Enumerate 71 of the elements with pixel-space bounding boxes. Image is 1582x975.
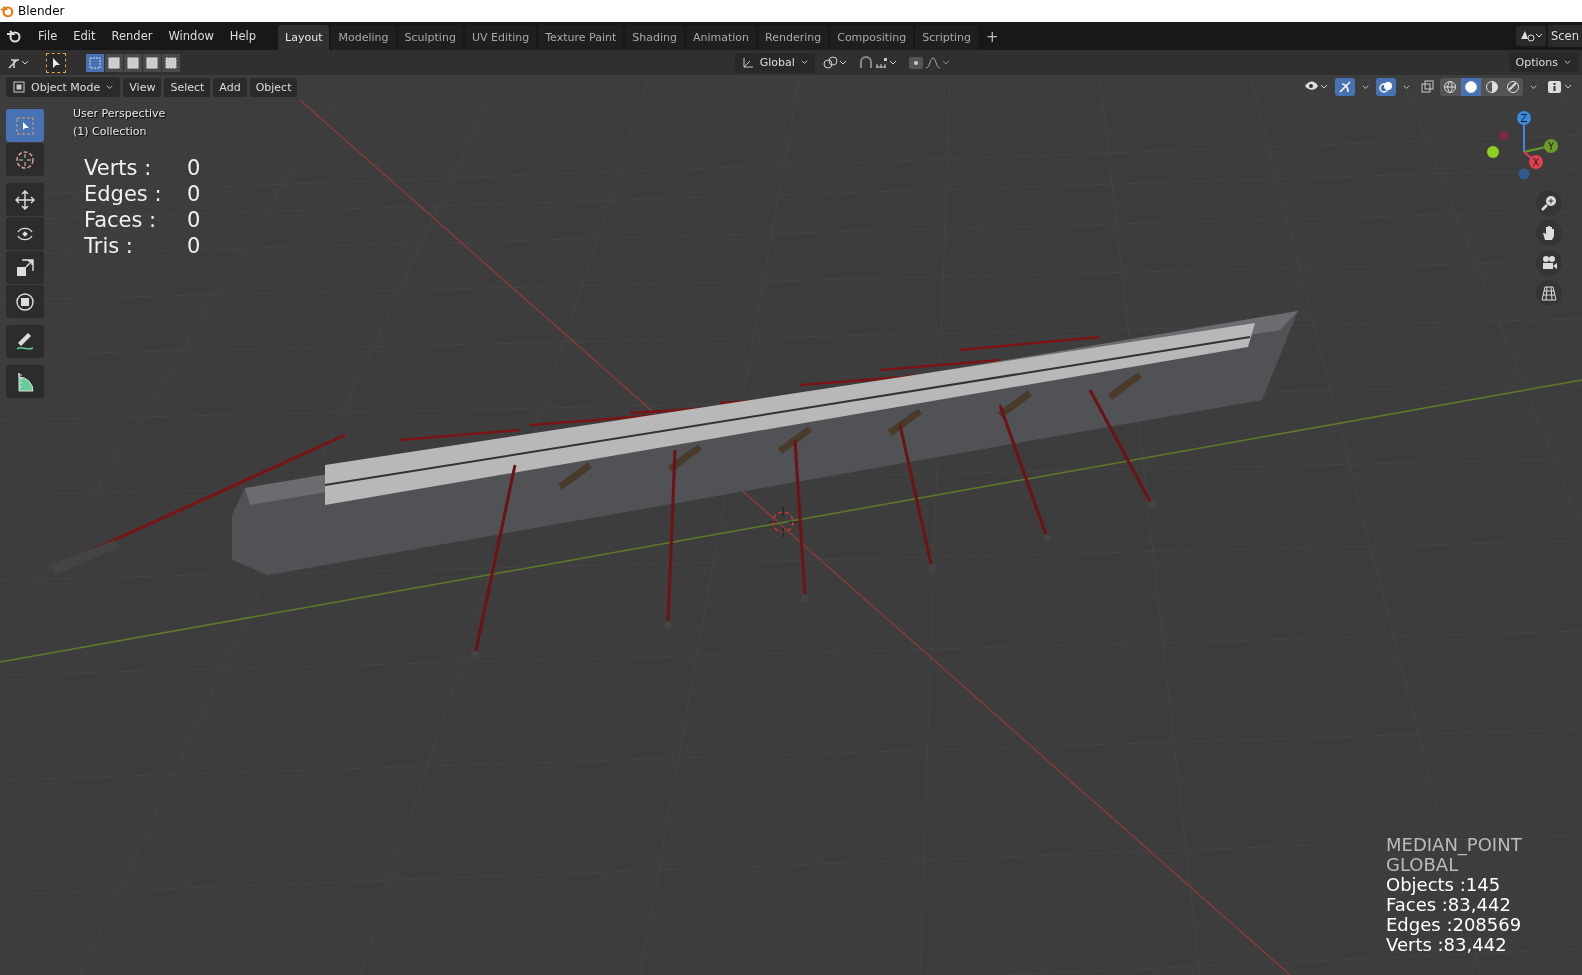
workspace-tab[interactable]: UV Editing xyxy=(464,25,537,50)
orientation-dropdown[interactable]: Global xyxy=(734,52,815,73)
move-tool-icon[interactable] xyxy=(6,183,44,216)
chevron-icon xyxy=(105,82,115,92)
app-logo-icon[interactable] xyxy=(6,28,22,44)
axis-gizmo-drawing[interactable]: Z Y X xyxy=(1487,111,1558,180)
scene-field[interactable]: Scen xyxy=(1548,25,1582,47)
scene-stat: Edges :208569 xyxy=(1386,915,1522,935)
chevron-icon xyxy=(1563,58,1572,67)
selection-mode-icon[interactable] xyxy=(143,53,161,72)
viewport-menu[interactable]: Add xyxy=(213,77,247,97)
scene-stat: Faces :83,442 xyxy=(1386,895,1512,915)
menu-item[interactable]: Help xyxy=(221,26,265,46)
window-title: Blender xyxy=(18,4,65,18)
collection-label: (1) Collection xyxy=(73,125,148,138)
workspace-tab[interactable]: Animation xyxy=(685,25,757,50)
object-mode-icon xyxy=(12,80,26,94)
stat-value: 0 xyxy=(187,233,201,259)
stat-value: 0 xyxy=(187,155,201,181)
selection-mode-icon[interactable] xyxy=(162,53,180,72)
options-dropdown[interactable]: Options xyxy=(1509,53,1578,72)
add-workspace-button[interactable]: + xyxy=(980,24,1005,50)
3d-cursor-icon xyxy=(767,506,799,538)
scale-tool-icon[interactable] xyxy=(6,251,44,284)
workspace-tab[interactable]: Compositing xyxy=(830,25,914,50)
menu-item[interactable]: Window xyxy=(160,26,222,46)
select-tool-icon[interactable] xyxy=(46,52,66,73)
annotate-tool-icon[interactable] xyxy=(6,325,44,358)
menu-item[interactable]: File xyxy=(30,26,66,46)
hand-icon[interactable] xyxy=(1536,220,1562,246)
zoom-icon[interactable] xyxy=(1536,190,1562,216)
selection-mode-icon[interactable] xyxy=(124,53,142,72)
stat-label: Edges : xyxy=(84,181,163,207)
workspace-tab[interactable]: Sculpting xyxy=(397,25,463,50)
scene-stat: Verts :83,442 xyxy=(1386,935,1508,955)
viewport-menu[interactable]: Object xyxy=(249,77,298,97)
mode-dropdown[interactable]: Object Mode xyxy=(6,77,121,97)
view-name-label: User Perspective xyxy=(73,107,167,120)
camera-icon[interactable] xyxy=(1536,250,1562,276)
pivot-label: MEDIAN_POINT xyxy=(1386,835,1522,855)
rotate-tool-icon[interactable] xyxy=(6,217,44,250)
workspace-tab[interactable]: Scripting xyxy=(915,25,979,50)
shading-mode-icon[interactable] xyxy=(1461,78,1481,96)
workspace-tab[interactable]: Layout xyxy=(278,25,330,50)
workspace-tab[interactable]: Shading xyxy=(625,25,684,50)
grid-icon[interactable] xyxy=(1536,280,1562,306)
workspace-tab[interactable]: Modeling xyxy=(331,25,396,50)
app-logo-icon xyxy=(0,4,14,18)
orientation-label: GLOBAL xyxy=(1386,855,1459,875)
scene-stat: Objects :145 xyxy=(1386,875,1502,895)
stat-label: Faces : xyxy=(84,207,158,233)
transform-tool-icon[interactable] xyxy=(6,285,44,318)
axes-icon xyxy=(740,55,755,70)
overlay-toggle[interactable] xyxy=(1376,78,1396,96)
menu-item[interactable]: Render xyxy=(103,26,161,46)
viewport-menu[interactable]: View xyxy=(123,77,162,97)
stat-value: 0 xyxy=(187,207,201,233)
viewport-menu[interactable]: Select xyxy=(164,77,211,97)
workspace-tab[interactable]: Rendering xyxy=(758,25,829,50)
selection-mode-icon[interactable] xyxy=(105,53,123,72)
cursor-tool-icon[interactable] xyxy=(6,143,44,176)
stat-value: 0 xyxy=(187,181,201,207)
stat-label: Verts : xyxy=(84,155,153,181)
selection-mode-icon[interactable] xyxy=(86,53,104,72)
chevron-icon xyxy=(799,58,809,67)
menu-item[interactable]: Edit xyxy=(65,26,104,46)
workspace-tab[interactable]: Texture Paint xyxy=(538,25,624,50)
measure-tool-icon[interactable] xyxy=(6,365,44,398)
gizmo-toggle[interactable] xyxy=(1335,78,1355,96)
scene-selector-icon[interactable] xyxy=(1516,26,1546,46)
stat-label: Tris : xyxy=(84,233,134,259)
